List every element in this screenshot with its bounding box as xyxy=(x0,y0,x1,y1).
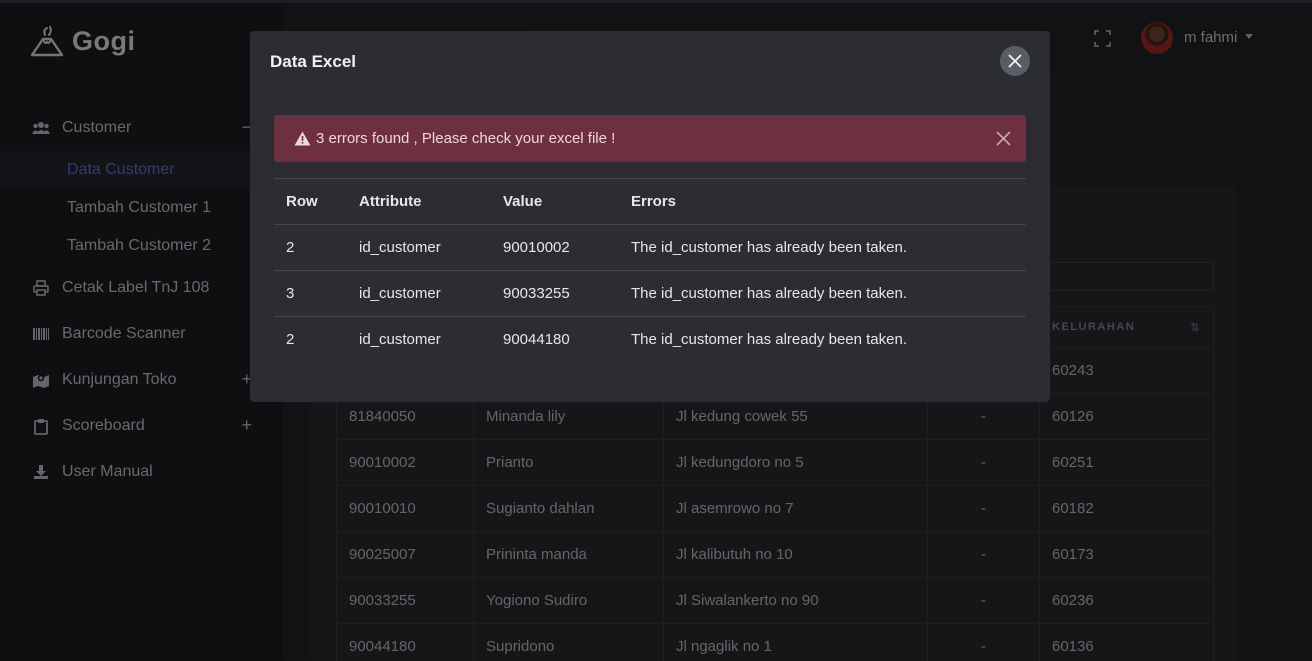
cell-error: The id_customer has already been taken. xyxy=(619,224,1026,271)
cell-value: 90044180 xyxy=(491,316,619,363)
cell-attribute: id_customer xyxy=(347,270,491,317)
errors-table: Row Attribute Value Errors 2 id_customer… xyxy=(274,178,1026,363)
cell-row: 3 xyxy=(274,270,347,317)
data-excel-modal: Data Excel 3 errors found , Please check… xyxy=(250,31,1050,402)
column-header-row: Row xyxy=(274,178,347,225)
table-row: 2 id_customer 90010002 The id_customer h… xyxy=(274,224,1026,271)
modal-title: Data Excel xyxy=(270,52,356,71)
cell-error: The id_customer has already been taken. xyxy=(619,316,1026,363)
close-icon xyxy=(1008,54,1022,68)
cell-row: 2 xyxy=(274,224,347,271)
cell-error: The id_customer has already been taken. xyxy=(619,270,1026,317)
table-row: 2 id_customer 90044180 The id_customer h… xyxy=(274,316,1026,363)
column-header-attribute: Attribute xyxy=(347,178,491,225)
column-header-value: Value xyxy=(491,178,619,225)
cell-value: 90033255 xyxy=(491,270,619,317)
table-row: 3 id_customer 90033255 The id_customer h… xyxy=(274,270,1026,317)
error-alert: 3 errors found , Please check your excel… xyxy=(274,115,1026,162)
warning-icon xyxy=(294,131,311,146)
column-header-errors: Errors xyxy=(619,178,1026,225)
cell-attribute: id_customer xyxy=(347,224,491,271)
modal-close-button[interactable] xyxy=(1000,46,1030,76)
errors-table-header: Row Attribute Value Errors xyxy=(274,178,1026,225)
alert-close-icon[interactable] xyxy=(996,131,1011,146)
alert-message: 3 errors found , Please check your excel… xyxy=(316,130,616,147)
cell-attribute: id_customer xyxy=(347,316,491,363)
cell-value: 90010002 xyxy=(491,224,619,271)
cell-row: 2 xyxy=(274,316,347,363)
